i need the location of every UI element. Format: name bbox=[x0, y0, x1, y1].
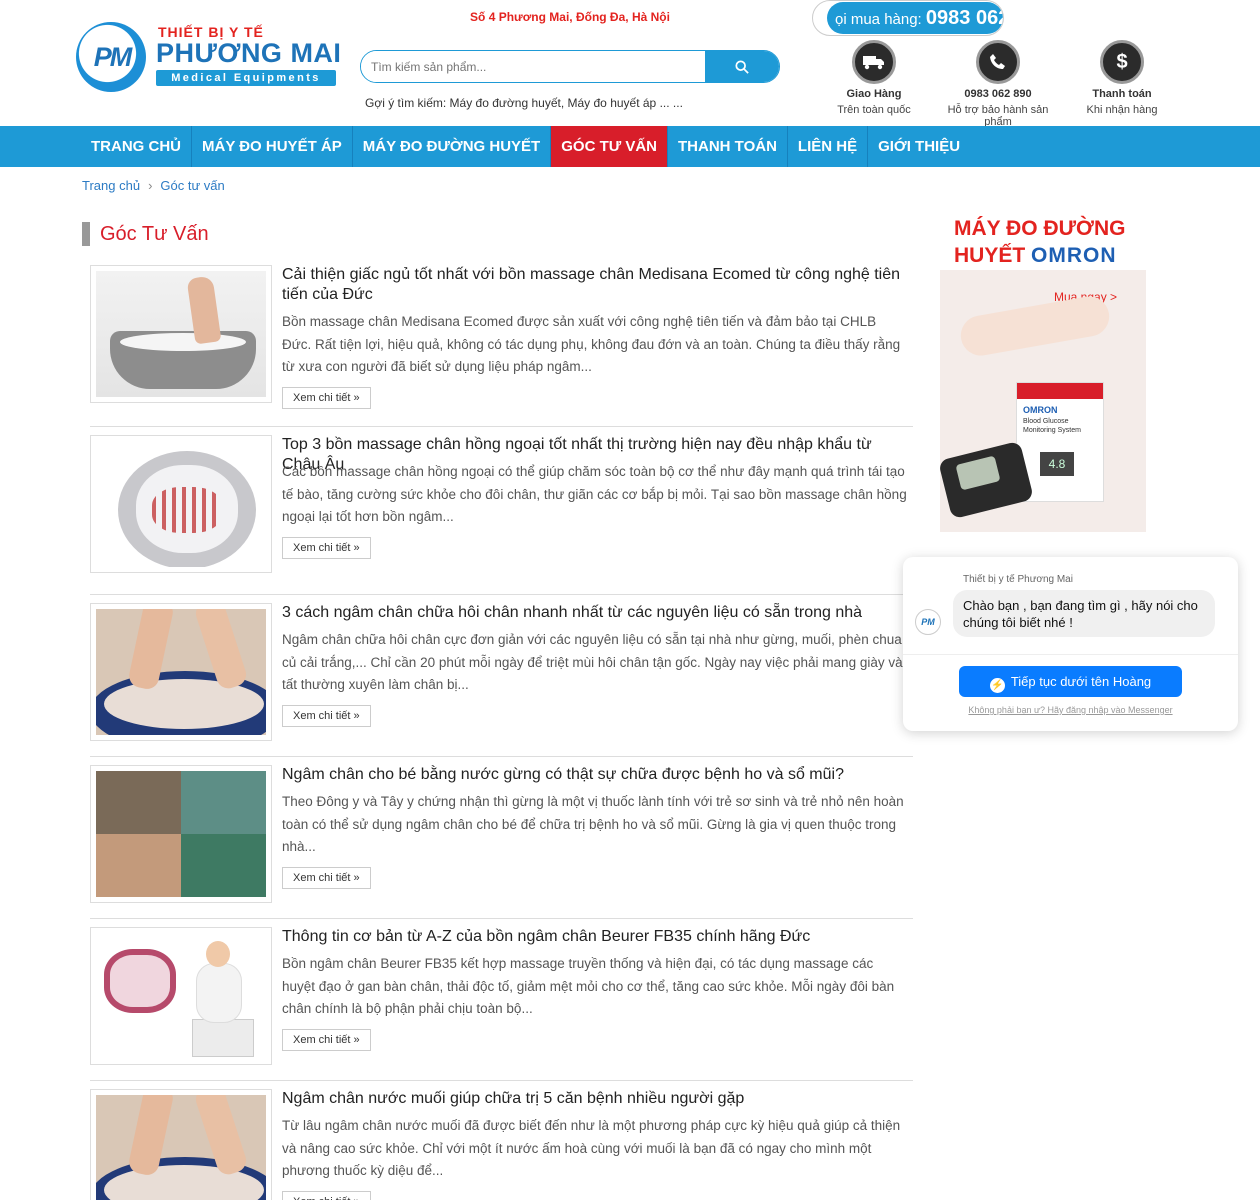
search-input[interactable] bbox=[361, 51, 705, 82]
banner-headline: MÁY ĐO ĐƯỜNG bbox=[954, 217, 1126, 240]
nav-item-contact[interactable]: LIÊN HỆ bbox=[788, 126, 869, 167]
article-title[interactable]: Ngâm chân nước muối giúp chữa trị 5 căn … bbox=[282, 1089, 912, 1109]
nav-item-about[interactable]: GIỚI THIỆU bbox=[868, 126, 970, 167]
page-title: Góc Tư Vấn bbox=[82, 222, 209, 246]
feature-title: Thanh toán bbox=[1092, 88, 1152, 100]
article-excerpt: Từ lâu ngâm chân nước muối đã được biết … bbox=[282, 1118, 901, 1178]
list-item: Ngâm chân cho bé bằng nước gừng có thật … bbox=[90, 765, 913, 919]
article-thumbnail[interactable] bbox=[90, 927, 272, 1065]
continue-as-button[interactable]: ⚡ Tiếp tục dưới tên Hoàng bbox=[959, 666, 1182, 697]
article-title[interactable]: Thông tin cơ bản từ A-Z của bồn ngâm châ… bbox=[282, 927, 912, 947]
list-item: Cải thiện giấc ngủ tốt nhất với bồn mass… bbox=[90, 265, 913, 427]
feature-delivery: Giao Hàng Trên toàn quốc bbox=[814, 40, 934, 116]
avatar: PM bbox=[915, 609, 941, 635]
article-excerpt: Bồn massage chân Medisana Ecomed được sả… bbox=[282, 314, 901, 374]
dollar-icon: $ bbox=[1100, 40, 1144, 84]
nav-item-home[interactable]: TRANG CHỦ bbox=[81, 126, 192, 167]
article-excerpt: Các bồn massage chân hồng ngoại có thể g… bbox=[282, 464, 907, 524]
read-more-button[interactable]: Xem chi tiết » bbox=[282, 867, 371, 889]
continue-as-label: Tiếp tục dưới tên Hoàng bbox=[1010, 674, 1152, 689]
banner-brand: OMRON bbox=[1031, 244, 1117, 267]
search-bar bbox=[360, 50, 780, 83]
feature-subtitle: Trên toàn quốc bbox=[837, 104, 911, 116]
article-title[interactable]: 3 cách ngâm chân chữa hôi chân nhanh nhấ… bbox=[282, 603, 912, 623]
article-thumbnail[interactable] bbox=[90, 1089, 272, 1200]
messenger-chat-widget: Thiết bị y tế Phương Mai PM Chào bạn , b… bbox=[903, 557, 1238, 731]
feature-title: 0983 062 890 bbox=[964, 88, 1032, 100]
list-item: Top 3 bồn massage chân hồng ngoại tốt nh… bbox=[90, 435, 913, 595]
site-header: PM THIẾT BỊ Y TẾ PHƯƠNG MAI Medical Equi… bbox=[0, 0, 1260, 128]
read-more-button[interactable]: Xem chi tiết » bbox=[282, 537, 371, 559]
feature-subtitle: Khi nhận hàng bbox=[1086, 104, 1158, 116]
logo-name: PHƯƠNG MAI bbox=[156, 38, 342, 68]
nav-item-payment[interactable]: THANH TOÁN bbox=[668, 126, 788, 167]
meter-screen: 4.8 bbox=[1040, 452, 1074, 476]
article-title[interactable]: Ngâm chân cho bé bằng nước gừng có thật … bbox=[282, 765, 912, 785]
hotline-badge[interactable]: ọi mua hàng: 0983 062 bbox=[812, 0, 1004, 36]
nav-item-glucose[interactable]: MÁY ĐO ĐƯỜNG HUYẾT bbox=[353, 126, 552, 167]
breadcrumb-home[interactable]: Trang chủ bbox=[82, 178, 140, 193]
article-thumbnail[interactable] bbox=[90, 435, 272, 573]
article-thumbnail[interactable] bbox=[90, 603, 272, 741]
read-more-button[interactable]: Xem chi tiết » bbox=[282, 1191, 371, 1200]
chat-page-name: Thiết bị y tế Phương Mai bbox=[963, 574, 1073, 585]
hotline-label: ọi mua hàng: bbox=[835, 11, 922, 28]
login-messenger-link[interactable]: Không phải bạn ư? Hãy đăng nhập vào Mess… bbox=[903, 705, 1238, 715]
read-more-button[interactable]: Xem chi tiết » bbox=[282, 705, 371, 727]
read-more-button[interactable]: Xem chi tiết » bbox=[282, 387, 371, 409]
chat-message: Chào bạn , bạn đang tìm gì , hãy nói cho… bbox=[953, 590, 1215, 637]
article-excerpt: Bồn ngâm chân Beurer FB35 kết hợp massag… bbox=[282, 956, 895, 1016]
breadcrumb-current[interactable]: Góc tư vấn bbox=[160, 178, 224, 193]
list-item: Thông tin cơ bản từ A-Z của bồn ngâm châ… bbox=[90, 927, 913, 1081]
feature-subtitle: Hỗ trợ bảo hành sản phẩm bbox=[947, 104, 1049, 128]
article-title[interactable]: Cải thiện giấc ngủ tốt nhất với bồn mass… bbox=[282, 265, 912, 305]
read-more-button[interactable]: Xem chi tiết » bbox=[282, 1029, 371, 1051]
service-features: Giao Hàng Trên toàn quốc 0983 062 890 Hỗ… bbox=[830, 40, 1170, 128]
search-button[interactable] bbox=[705, 51, 779, 82]
chevron-right-icon: › bbox=[148, 178, 153, 193]
hotline-number: 0983 062 bbox=[925, 7, 1003, 29]
messenger-icon: ⚡ bbox=[989, 678, 1005, 693]
logo-subtitle: Medical Equipments bbox=[156, 70, 336, 86]
search-suggestions[interactable]: Gợi ý tìm kiếm: Máy đo đường huyết, Máy … bbox=[365, 96, 683, 110]
list-item: 3 cách ngâm chân chữa hôi chân nhanh nhấ… bbox=[90, 603, 913, 757]
nav-item-blood-pressure[interactable]: MÁY ĐO HUYẾT ÁP bbox=[192, 126, 353, 167]
feature-title: Giao Hàng bbox=[846, 88, 902, 100]
feature-support: 0983 062 890 Hỗ trợ bảo hành sản phẩm bbox=[938, 40, 1058, 128]
main-nav: TRANG CHỦ MÁY ĐO HUYẾT ÁP MÁY ĐO ĐƯỜNG H… bbox=[0, 126, 1260, 167]
article-excerpt: Theo Đông y và Tây y chứng nhận thì gừng… bbox=[282, 794, 904, 854]
banner-headline-2: HUYẾT OMRON bbox=[954, 244, 1117, 267]
breadcrumb: Trang chủ › Góc tư vấn bbox=[82, 178, 225, 193]
site-logo[interactable]: PM THIẾT BỊ Y TẾ PHƯƠNG MAI Medical Equi… bbox=[76, 20, 346, 94]
logo-monogram: PM bbox=[93, 42, 133, 72]
article-thumbnail[interactable] bbox=[90, 265, 272, 403]
phone-icon bbox=[976, 40, 1020, 84]
store-address: Số 4 Phương Mai, Đống Đa, Hà Nội bbox=[470, 10, 670, 24]
article-list: Cải thiện giấc ngủ tốt nhất với bồn mass… bbox=[90, 265, 913, 1200]
article-excerpt: Ngâm chân chữa hôi chân cực đơn giản với… bbox=[282, 632, 906, 692]
list-item: Ngâm chân nước muối giúp chữa trị 5 căn … bbox=[90, 1089, 913, 1200]
truck-icon bbox=[852, 40, 896, 84]
nav-item-advice[interactable]: GÓC TƯ VẤN bbox=[551, 126, 669, 167]
article-thumbnail[interactable] bbox=[90, 765, 272, 903]
hand-image bbox=[957, 293, 1113, 359]
search-icon bbox=[735, 59, 749, 74]
hotline-content: ọi mua hàng: 0983 062 bbox=[827, 2, 1003, 34]
feature-payment: $ Thanh toán Khi nhận hàng bbox=[1062, 40, 1182, 116]
omron-ad-banner[interactable]: MÁY ĐO ĐƯỜNG HUYẾT OMRON Mua ngay > OMRO… bbox=[940, 206, 1146, 532]
